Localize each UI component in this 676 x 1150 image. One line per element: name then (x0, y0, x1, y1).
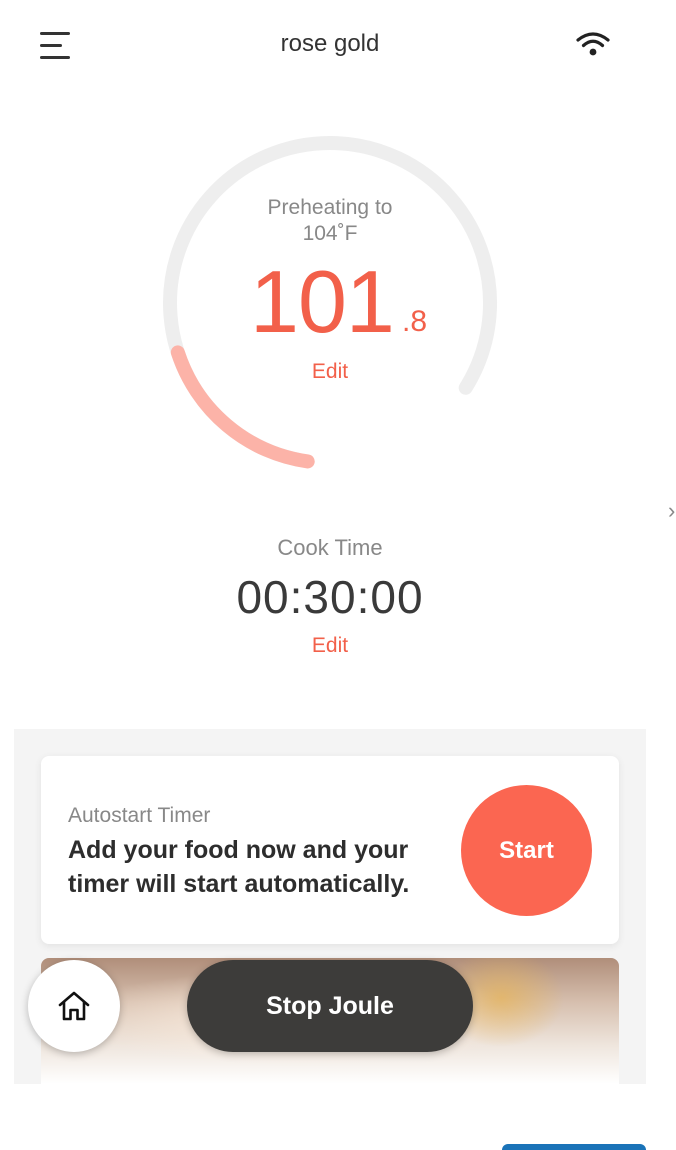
edit-cook-time-link[interactable]: Edit (290, 634, 370, 658)
dial-progress (170, 345, 315, 469)
device-name-title: rose gold (280, 30, 380, 57)
autostart-title: Autostart Timer (68, 804, 211, 827)
current-temperature-decimal: .8 (402, 305, 428, 338)
cook-time-label: Cook Time (277, 535, 383, 560)
home-button[interactable] (28, 960, 120, 1052)
stop-joule-button[interactable]: Stop Joule (187, 960, 473, 1052)
bottom-tab-indicator (502, 1144, 646, 1150)
cooking-screen: rose gold Preheating to 104˚F 101 .8 Edi… (0, 0, 676, 1150)
cook-time-value: 00:30:00 (236, 571, 424, 623)
wifi-icon[interactable] (576, 30, 610, 58)
preheat-status: Preheating to 104˚F (230, 195, 430, 247)
target-temperature: 104˚F (302, 222, 358, 245)
chevron-right-icon[interactable]: › (668, 498, 675, 524)
edit-temperature-link[interactable]: Edit (290, 360, 370, 384)
home-icon (58, 991, 90, 1021)
current-temperature: 101 (250, 252, 395, 351)
start-button[interactable]: Start (461, 785, 592, 916)
autostart-description: Add your food now and your timer will st… (68, 836, 410, 898)
preheat-status-text: Preheating to (267, 196, 393, 219)
